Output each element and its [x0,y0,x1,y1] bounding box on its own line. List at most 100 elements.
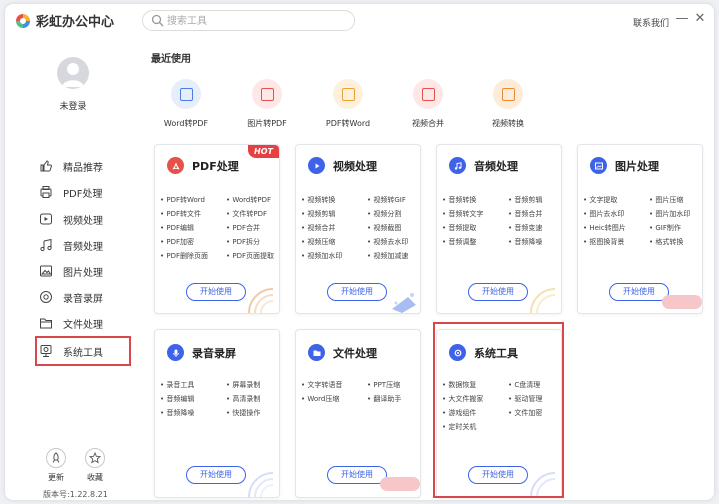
feature-item[interactable]: • 音频合并 [508,209,560,219]
search-box[interactable] [142,10,355,31]
feature-item[interactable]: • 视频转换 [301,195,367,205]
sidebar-item-featured[interactable]: 精品推荐 [39,155,129,177]
feature-item[interactable]: • 视频截图 [367,223,419,233]
start-button[interactable]: 开始使用 [468,283,528,301]
feature-item[interactable]: • 屏幕录制 [226,380,278,390]
feature-item[interactable]: • 音频转换 [442,195,508,205]
feature-item[interactable]: • PDF编辑 [160,223,226,233]
feature-item[interactable]: • 视频去水印 [367,237,419,247]
login-status[interactable]: 未登录 [5,99,141,112]
decoration-icon [530,288,556,313]
favorite-button[interactable]: 收藏 [82,448,108,483]
update-button[interactable]: 更新 [43,448,69,483]
feature-item[interactable]: • 视频剪辑 [301,209,367,219]
video-icon [40,213,52,225]
feature-item[interactable]: • 音频变速 [508,223,560,233]
music-icon [449,157,466,174]
feature-item[interactable]: • 音频编辑 [160,394,226,404]
feature-item[interactable]: • 文件转PDF [226,209,278,219]
sidebar: 未登录 精品推荐 PDF处理 视频处理 音频处理 图片处理 录音录屏 文件处理 [5,36,133,500]
feature-item[interactable]: • 音频转文字 [442,209,508,219]
video-icon [308,157,325,174]
card-audio[interactable]: 音频处理 • 音频转换 • 音频剪辑 • 音频转文字 • 音频合并 • 音频提取 • 音频… [436,144,562,314]
feature-item[interactable]: • 视频分割 [367,209,419,219]
close-button[interactable]: ✕ [693,9,707,29]
folder-icon [308,344,325,361]
feature-item[interactable]: • PDF转文件 [160,209,226,219]
sidebar-item-audio[interactable]: 音频处理 [39,234,129,256]
feature-item[interactable]: • PDF拆分 [226,237,278,247]
feature-item[interactable]: • 视频转GIF [367,195,419,205]
favorite-label: 收藏 [87,473,103,482]
feature-item[interactable]: • 翻译助手 [367,394,419,404]
sidebar-item-video[interactable]: 视频处理 [39,208,129,230]
feature-item[interactable]: • 格式转换 [649,237,701,247]
feature-item[interactable]: • PDF转Word [160,195,226,205]
search-input[interactable] [167,13,347,29]
feature-item[interactable]: • 文字提取 [583,195,649,205]
recent-item-video-merge[interactable]: 视频合并 [383,79,473,129]
feature-item[interactable]: • Word压缩 [301,394,367,404]
contact-us-link[interactable]: 联系我们 [633,16,669,29]
feature-item[interactable]: • PDF合并 [226,223,278,233]
active-item-highlight [35,336,131,366]
image-icon [590,157,607,174]
card-file[interactable]: 文件处理 • 文字转语音 • PPT压缩 • Word压缩 • 翻译助手 开始使用 [295,329,421,498]
hot-badge: HOT [248,145,279,158]
feature-item[interactable]: • 录音工具 [160,380,226,390]
card-title: 视频处理 [333,159,377,173]
app-window: 彩虹办公中心 联系我们 — ✕ 未登录 精品推荐 PDF处理 视频处理 [5,4,714,500]
feature-item[interactable]: • 快捷操作 [226,408,278,418]
start-button[interactable]: 开始使用 [327,283,387,301]
avatar[interactable] [57,57,89,89]
feature-item[interactable]: • 图片加水印 [649,209,701,219]
card-pdf[interactable]: HOT PDF处理 • PDF转Word • Word转PDF • PDF转文件 • … [154,144,280,314]
feature-item[interactable]: • Word转PDF [226,195,278,205]
minimize-button[interactable]: — [675,9,689,29]
feature-item[interactable]: • PPT压缩 [367,380,419,390]
sidebar-item-label: 录音录屏 [63,293,103,305]
feature-item[interactable]: • 视频加水印 [301,251,367,261]
pdf-icon [167,157,184,174]
feature-item[interactable]: • 视频合并 [301,223,367,233]
feature-item[interactable]: • 高清录制 [226,394,278,404]
feature-item[interactable]: • Heic转图片 [583,223,649,233]
start-button[interactable]: 开始使用 [186,283,246,301]
feature-item[interactable]: • PDF删除页面 [160,251,226,261]
app-title: 彩虹办公中心 [36,15,115,30]
feature-item[interactable]: • 音频提取 [442,223,508,233]
feature-item[interactable]: • 图片去水印 [583,209,649,219]
sidebar-item-file[interactable]: 文件处理 [39,312,129,334]
card-title: PDF处理 [192,159,239,173]
feature-item[interactable]: • 视频加减速 [367,251,419,261]
card-recording[interactable]: 录音录屏 • 录音工具 • 屏幕录制 • 音频编辑 • 高清录制 • 音频降噪 • 快捷操… [154,329,280,498]
card-title: 图片处理 [615,159,659,173]
card-image[interactable]: 图片处理 • 文字提取 • 图片压缩 • 图片去水印 • 图片加水印 • Heic转图片… [577,144,703,314]
microphone-icon [167,344,184,361]
feature-item[interactable]: • PDF加密 [160,237,226,247]
feature-item[interactable]: • 音频调整 [442,237,508,247]
feature-item[interactable]: • 音频降噪 [160,408,226,418]
sidebar-item-record[interactable]: 录音录屏 [39,286,129,308]
recent-item-image-to-pdf[interactable]: 图片转PDF [222,79,312,129]
card-video[interactable]: 视频处理 • 视频转换 • 视频转GIF • 视频剪辑 • 视频分割 • 视频合并 • 视… [295,144,421,314]
feature-item[interactable]: • 音频剪辑 [508,195,560,205]
recent-item-video-convert[interactable]: 视频转换 [463,79,553,129]
feature-item[interactable]: • 抠图换背景 [583,237,649,247]
feature-item[interactable]: • 音频降噪 [508,237,560,247]
rocket-icon [52,452,60,463]
rainbow-logo-icon [16,14,30,28]
recent-item-word-to-pdf[interactable]: Word转PDF [141,79,231,129]
feature-item[interactable]: • GIF制作 [649,223,701,233]
sidebar-item-image[interactable]: 图片处理 [39,260,129,282]
feature-item[interactable]: • 视频压缩 [301,237,367,247]
decoration-icon [248,288,274,313]
feature-item[interactable]: • PDF页面提取 [226,251,278,261]
feature-item[interactable]: • 文字转语音 [301,380,367,390]
recent-item-pdf-to-word[interactable]: PDF转Word [303,79,393,129]
start-button[interactable]: 开始使用 [186,466,246,484]
feature-item[interactable]: • 图片压缩 [649,195,701,205]
sidebar-item-pdf[interactable]: PDF处理 [39,181,129,203]
recent-title: 最近使用 [151,54,191,65]
sidebar-item-label: PDF处理 [63,188,103,200]
